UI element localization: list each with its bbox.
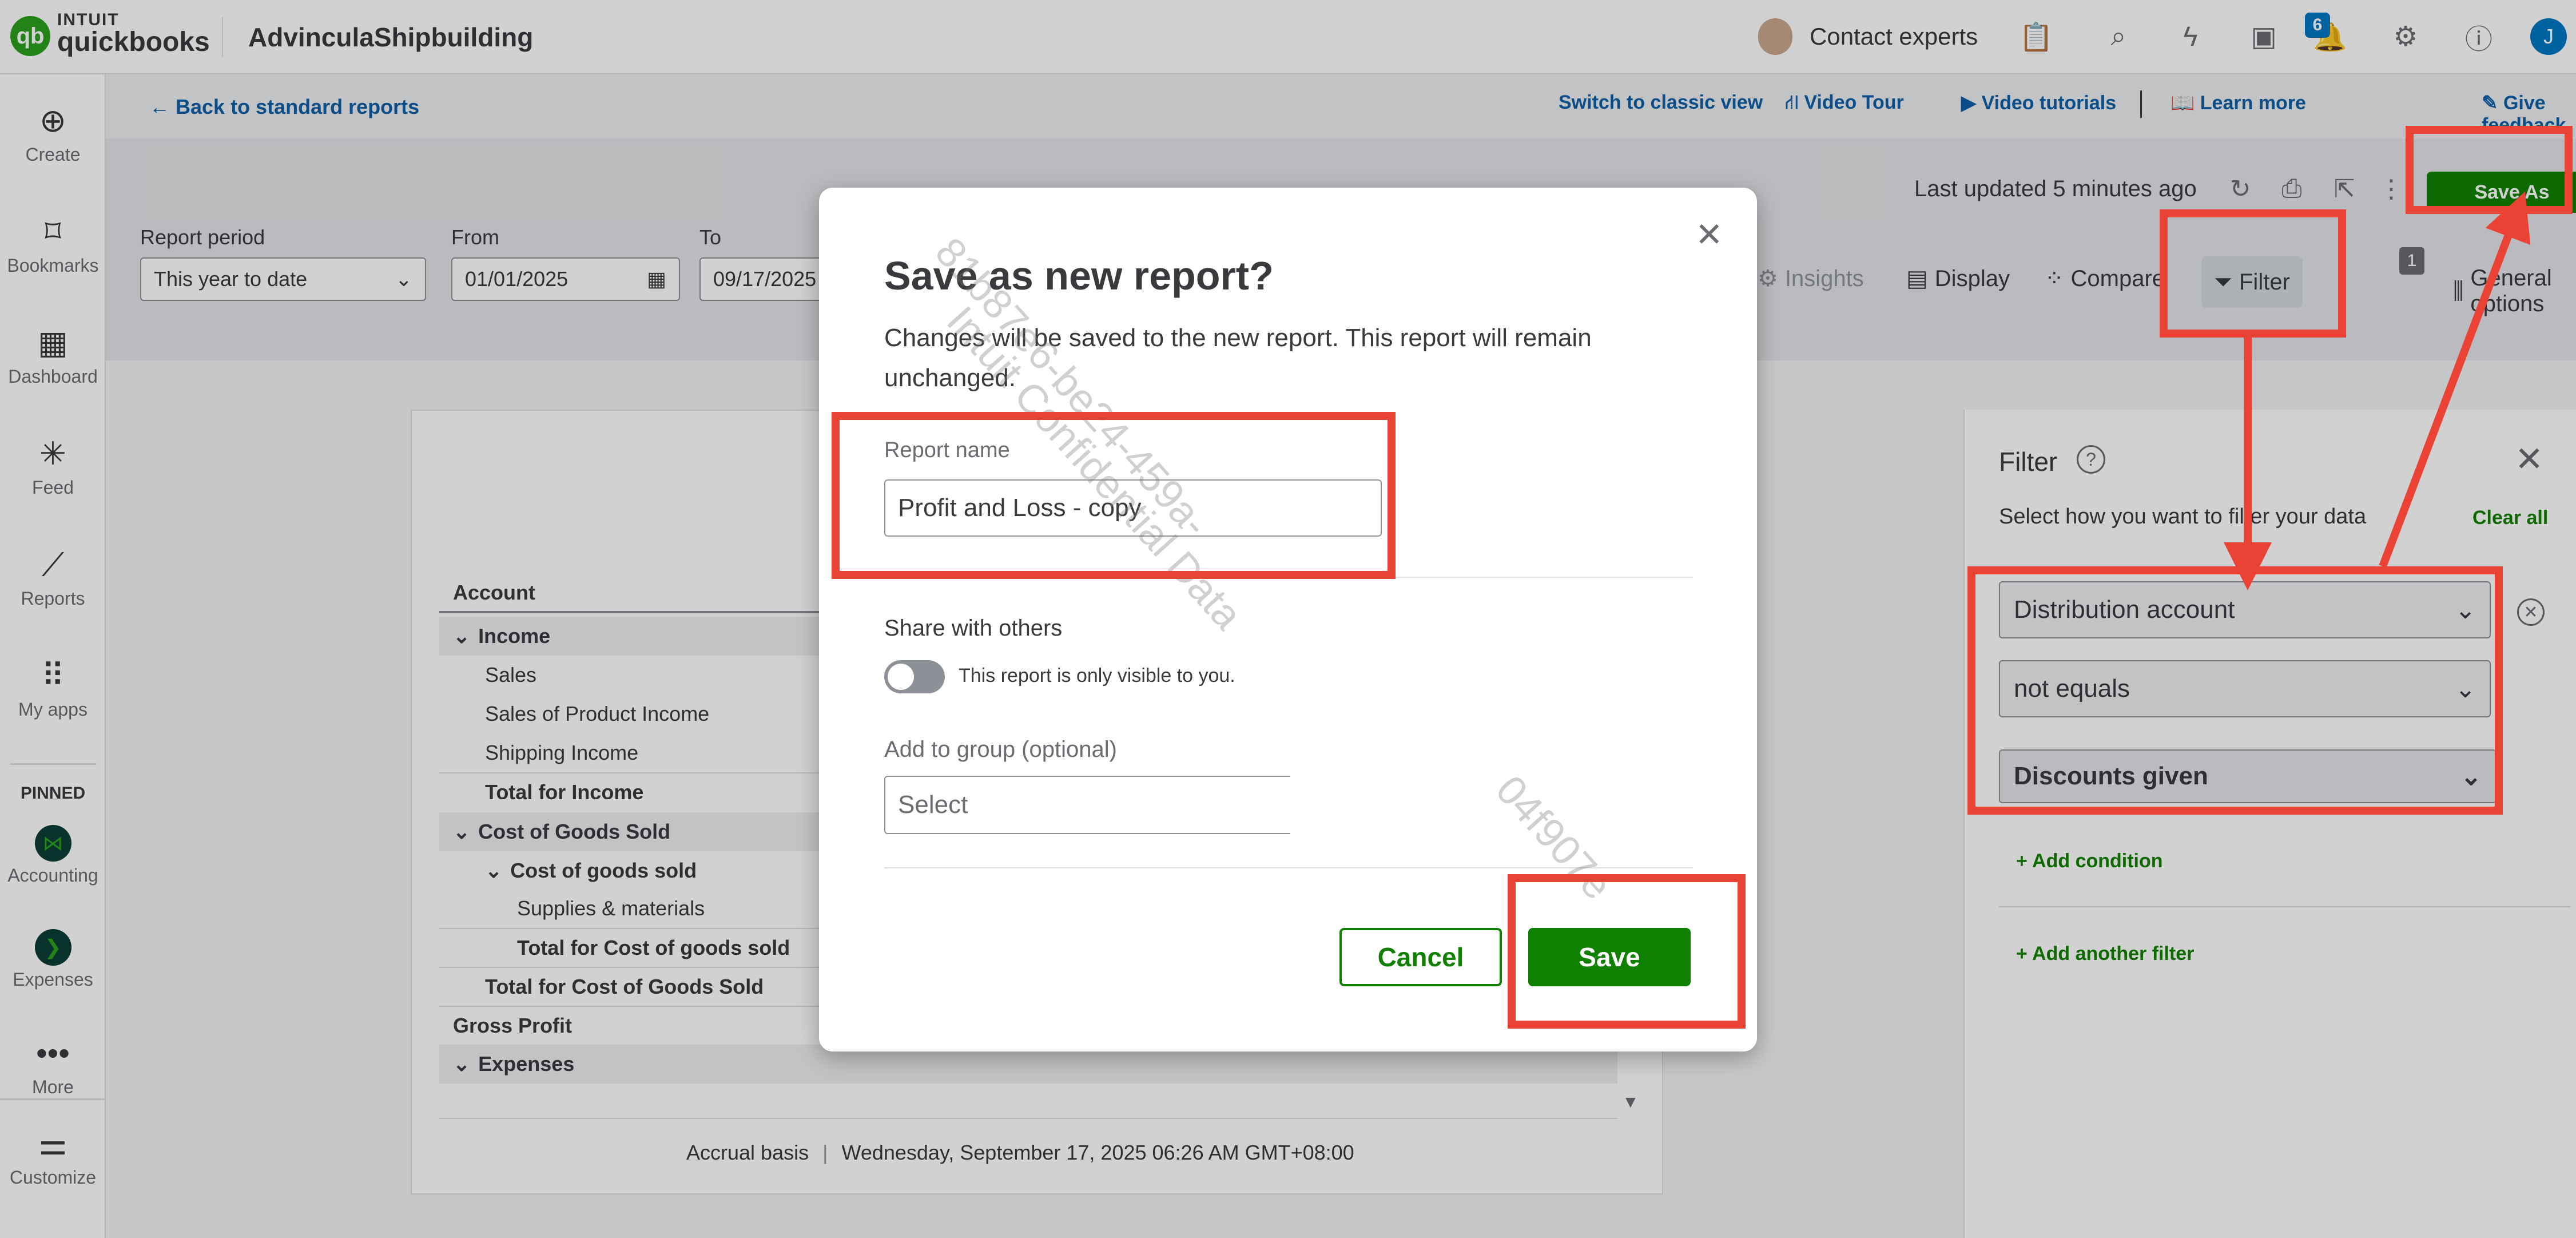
arrow-condition-to-save-as <box>2379 191 2531 568</box>
annotation-arrows <box>2224 191 2531 590</box>
